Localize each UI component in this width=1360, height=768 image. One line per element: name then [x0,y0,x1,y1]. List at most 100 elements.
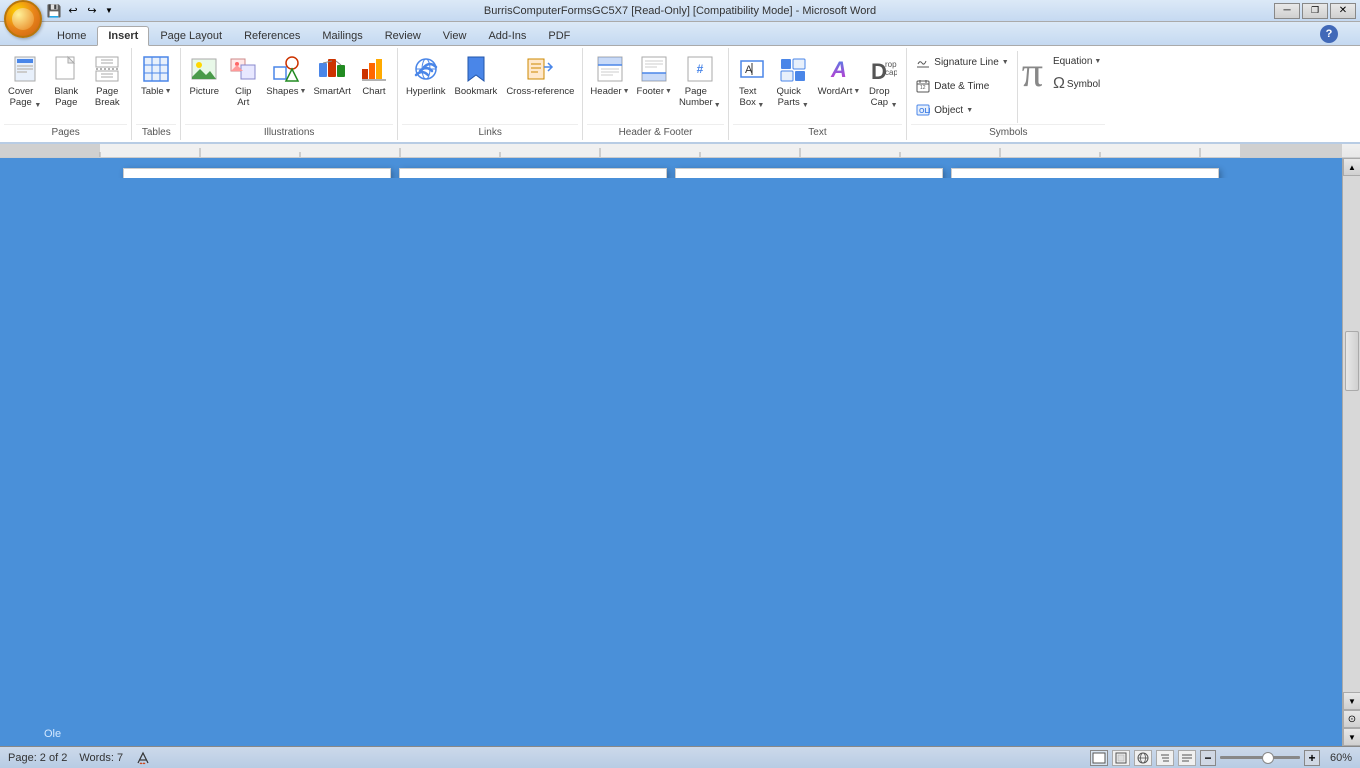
redo-button[interactable]: ↪ [84,3,100,19]
chart-icon [358,53,390,85]
zoom-in-button[interactable]: + [1304,750,1320,766]
table-button[interactable]: Table ▼ [136,50,176,100]
quickparts-arrow: ▼ [802,102,809,109]
bookmark-button[interactable]: Bookmark [451,50,502,100]
footer-label: Footer [637,86,664,97]
spell-check-icon[interactable] [135,750,151,766]
pagenumber-icon: # [684,53,716,85]
hyperlink-button[interactable]: Hyperlink [402,50,450,100]
shapes-arrow: ▼ [300,88,307,95]
pagenumber-button[interactable]: # PageNumber ▼ [676,50,724,112]
statusbar-words: Words: 7 [79,752,123,764]
symbols-group-label: Symbols [911,124,1105,138]
svg-text:#: # [696,62,703,76]
textbox-button[interactable]: A TextBox ▼ [733,50,771,112]
textbox-arrow: ▼ [757,102,764,109]
clipart-icon [227,53,259,85]
header-label: Header [590,86,621,97]
pagebreak-icon [91,53,123,85]
minimize-button[interactable]: ─ [1274,3,1300,19]
pi-symbol: π [1022,52,1043,94]
headerfooter-group-label: Header & Footer [587,124,723,138]
save-button[interactable]: 💾 [46,3,62,19]
zoom-slider-thumb[interactable] [1262,752,1274,764]
crossreference-icon [524,53,556,85]
zoom-level: 60% [1324,752,1352,764]
chart-button[interactable]: Chart [355,50,393,100]
shapes-button[interactable]: Shapes ▼ [263,50,309,100]
zoom-out-button[interactable]: − [1200,750,1216,766]
help-button[interactable]: ? [1320,25,1338,43]
dropcap-label: DropCap [869,86,890,109]
dropcap-button[interactable]: D rop cap DropCap ▼ [864,50,902,112]
clipart-button[interactable]: ClipArt [224,50,262,112]
smartart-button[interactable]: SmartArt [310,50,353,100]
shapes-label: Shapes [266,86,298,97]
tab-pdf[interactable]: PDF [537,26,581,45]
close-button[interactable]: ✕ [1330,3,1356,19]
scrollbar-vertical: ▲ ▼ ⊙ ▼ [1342,158,1360,746]
pagebreak-button[interactable]: PageBreak [87,50,127,112]
picture-button[interactable]: Picture [185,50,223,100]
scroll-thumb[interactable] [1345,331,1359,391]
svg-text:cap: cap [885,68,897,77]
restore-button[interactable]: ❐ [1302,3,1328,19]
clipart-label: ClipArt [235,86,251,109]
footer-button[interactable]: Footer ▼ [634,50,675,100]
chart-label: Chart [362,86,385,97]
wordart-icon: A [823,53,855,85]
smartart-icon [316,53,348,85]
tab-addins[interactable]: Add-Ins [477,26,537,45]
zoom-slider[interactable] [1220,751,1300,765]
pages-group-label: Pages [4,124,127,138]
scroll-prev-page-button[interactable]: ⊙ [1343,710,1360,728]
page-3 [675,168,943,178]
tab-review[interactable]: Review [374,26,432,45]
ribbon-group-links: Hyperlink Bookmark [398,48,583,140]
scroll-up-button[interactable]: ▲ [1343,158,1360,176]
tab-view[interactable]: View [432,26,478,45]
signatureline-button[interactable]: Signature Line ▼ [911,52,1012,72]
datetime-button[interactable]: 12 Date & Time [911,76,1012,96]
header-button[interactable]: Header ▼ [587,50,632,100]
equation-button[interactable]: Equation ▼ [1049,54,1105,69]
view-fullscreen-button[interactable] [1112,750,1130,766]
crossreference-button[interactable]: Cross-reference [502,50,578,100]
tab-references[interactable]: References [233,26,311,45]
coverpage-icon [9,53,41,85]
wordart-arrow: ▼ [853,88,860,95]
tab-home[interactable]: Home [46,26,97,45]
shapes-icon [270,53,302,85]
office-button[interactable] [4,0,42,38]
scroll-next-page-button[interactable]: ▼ [1343,728,1360,746]
symbol-button[interactable]: Ω Symbol [1049,73,1105,95]
footer-arrow: ▼ [665,88,672,95]
symbol-label: Symbol [1067,79,1100,90]
smartart-label: SmartArt [313,86,350,97]
ribbon-group-symbols: Signature Line ▼ 12 [907,48,1109,140]
blankpage-button[interactable]: BlankPage [46,50,86,112]
table-label: Table [141,86,164,97]
scroll-down-button[interactable]: ▼ [1343,692,1360,710]
tab-insert[interactable]: Insert [97,26,149,46]
tab-mailings[interactable]: Mailings [311,26,373,45]
tab-pagelayout[interactable]: Page Layout [149,26,233,45]
coverpage-button[interactable]: CoverPage ▼ [4,50,45,112]
view-draft-button[interactable] [1178,750,1196,766]
view-web-button[interactable] [1134,750,1152,766]
signatureline-arrow: ▼ [1002,59,1009,66]
datetime-icon: 12 [915,78,931,94]
textbox-label: TextBox [739,86,756,109]
undo-button[interactable]: ↩ [65,3,81,19]
quickparts-button[interactable]: QuickParts ▼ [772,50,814,112]
view-print-button[interactable] [1090,750,1108,766]
object-button[interactable]: OLE Object ▼ [911,100,1012,120]
wordart-button[interactable]: A WordArt ▼ [815,50,864,100]
text-group-label: Text [733,124,903,138]
customize-qa-button[interactable]: ▼ [103,3,115,19]
view-outline-button[interactable] [1156,750,1174,766]
hyperlink-icon [410,53,442,85]
table-icon [140,53,172,85]
crossreference-label: Cross-reference [506,86,574,97]
dropcap-icon: D rop cap [867,53,899,85]
